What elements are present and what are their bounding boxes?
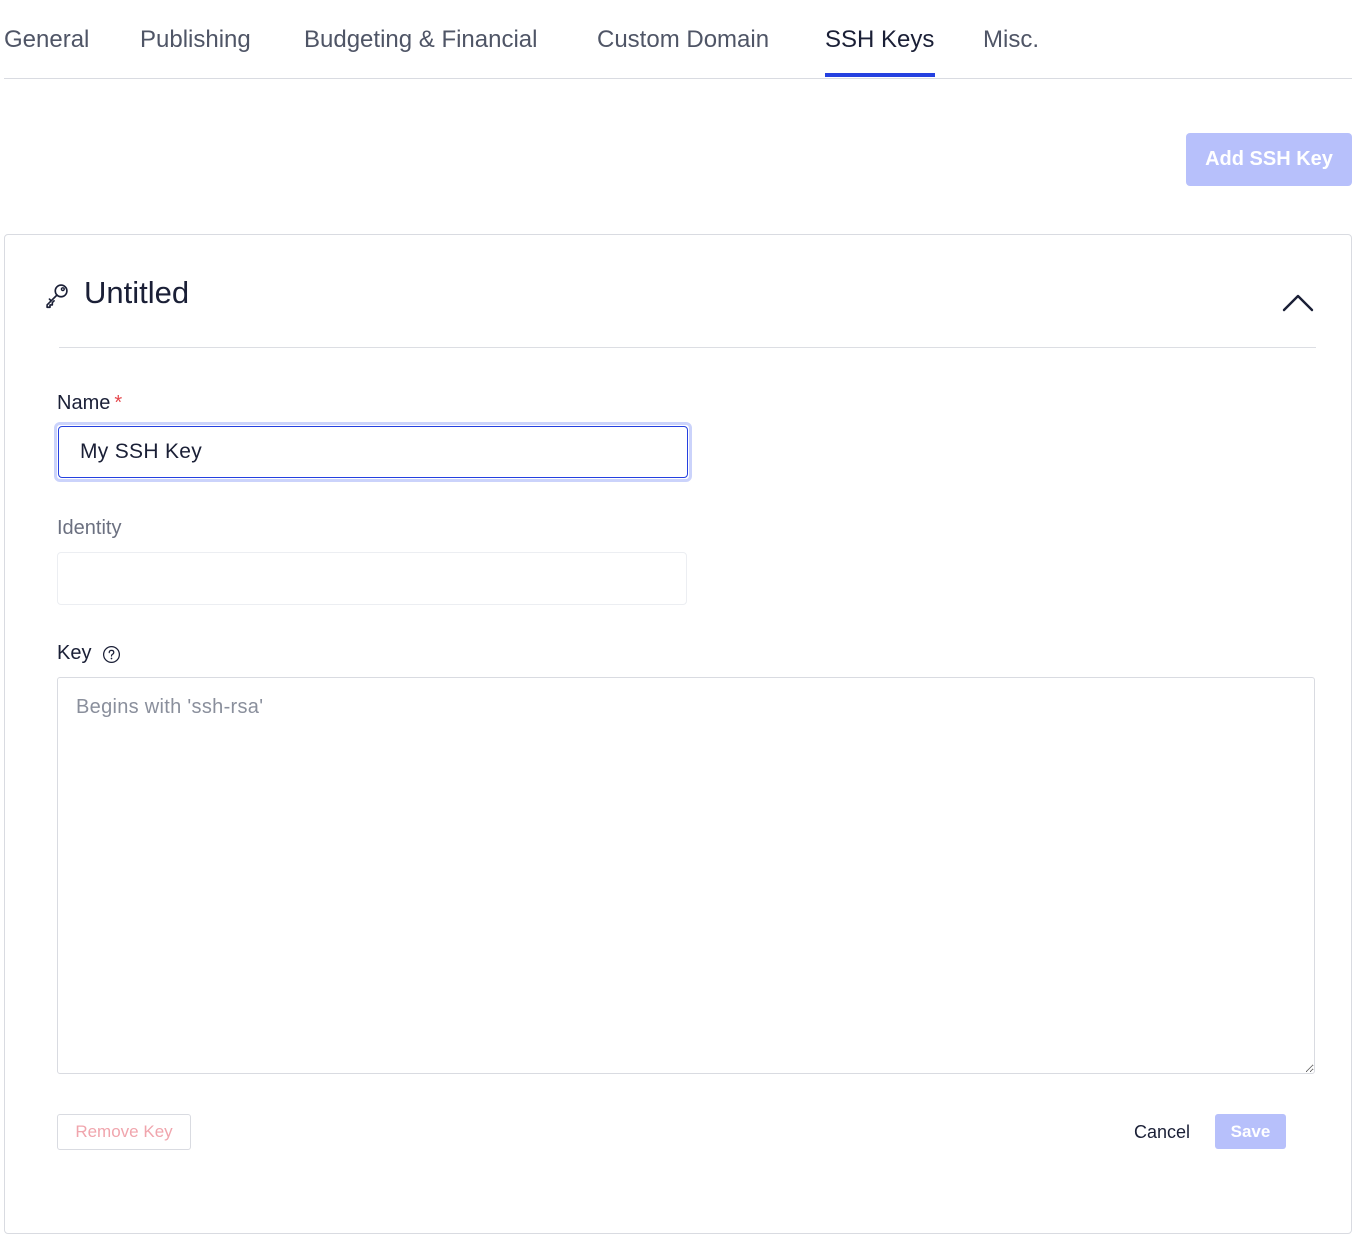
tab-ssh-keys[interactable]: SSH Keys <box>825 26 934 54</box>
tab-custom-domain[interactable]: Custom Domain <box>597 26 769 54</box>
ssh-key-card: Untitled Name* Identity Key Remove Key C… <box>4 234 1352 1234</box>
remove-key-button[interactable]: Remove Key <box>57 1114 191 1150</box>
required-mark: * <box>114 392 123 414</box>
help-circle-icon[interactable] <box>102 645 121 664</box>
identity-label: Identity <box>57 517 122 539</box>
tab-misc[interactable]: Misc. <box>983 26 1039 54</box>
tab-general[interactable]: General <box>4 26 89 54</box>
key-textarea[interactable] <box>57 677 1315 1074</box>
add-ssh-key-button[interactable]: Add SSH Key <box>1186 133 1352 186</box>
name-field-focus-ring <box>54 422 692 482</box>
key-icon <box>46 284 68 309</box>
save-button[interactable]: Save <box>1215 1114 1286 1149</box>
settings-tabs: General Publishing Budgeting & Financial… <box>4 0 1352 79</box>
chevron-up-icon[interactable] <box>1281 291 1315 313</box>
active-tab-indicator <box>825 73 935 77</box>
key-label: Key <box>57 642 92 664</box>
name-label: Name * <box>57 392 122 415</box>
identity-input[interactable] <box>57 552 687 605</box>
name-input[interactable] <box>58 426 688 478</box>
card-divider <box>59 347 1316 348</box>
card-title: Untitled <box>84 275 190 310</box>
name-label-text: Name <box>57 392 111 414</box>
cancel-button[interactable]: Cancel <box>1117 1114 1207 1150</box>
tab-budgeting-financial[interactable]: Budgeting & Financial <box>304 26 537 54</box>
tab-publishing[interactable]: Publishing <box>140 26 251 54</box>
